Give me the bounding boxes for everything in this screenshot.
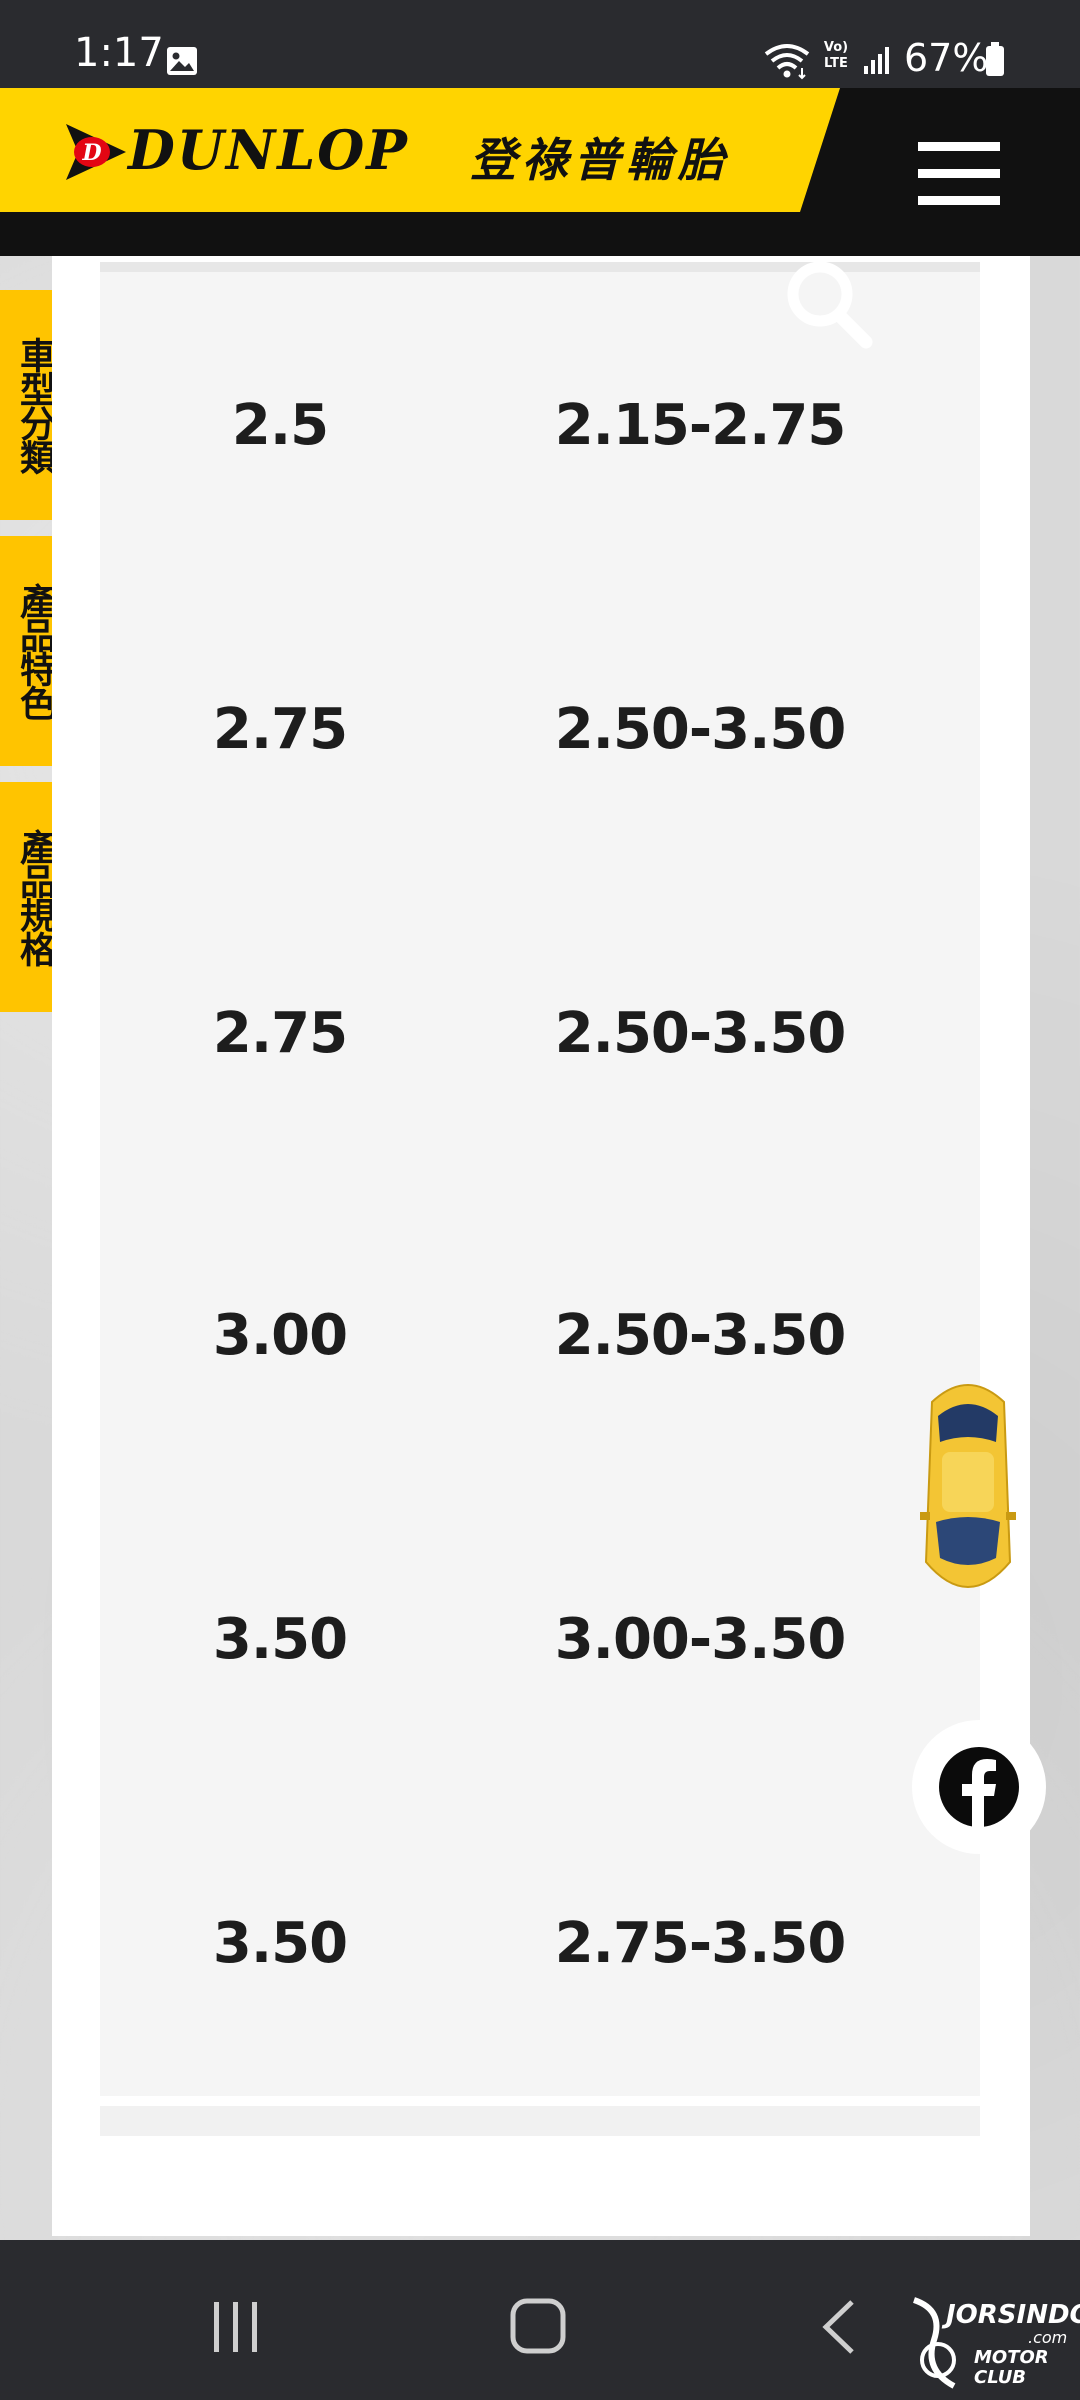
watermark-domain: .com xyxy=(1028,2328,1068,2347)
wifi-icon xyxy=(764,44,810,80)
rim-width-cell: 2.5 xyxy=(231,393,329,458)
status-bar: 1:17 Vo) LTE 67% xyxy=(0,0,1080,88)
rim-width-cell: 3.00 xyxy=(212,1303,348,1368)
table-row: 2.75 2.50-3.50 xyxy=(100,670,980,790)
battery-percentage: 67% xyxy=(904,36,989,80)
jorsindo-watermark: JORSINDO .com MOTOR CLUB xyxy=(904,2290,1080,2400)
table-row: 3.50 3.00-3.50 xyxy=(100,1580,980,1700)
car-icon[interactable] xyxy=(912,1372,1024,1608)
tire-range-cell: 2.75-3.50 xyxy=(554,1911,847,1976)
table-footer xyxy=(100,2106,980,2136)
watermark-title: JORSINDO xyxy=(946,2300,1080,2330)
table-row: 2.75 2.50-3.50 xyxy=(100,974,980,1094)
recents-icon[interactable] xyxy=(210,2300,262,2354)
site-header: D DUNLOP 登祿普輪胎 xyxy=(0,88,1080,256)
side-tab-label: 產品規格 xyxy=(14,829,55,965)
facebook-button[interactable] xyxy=(912,1720,1046,1854)
brand-banner[interactable]: D DUNLOP 登祿普輪胎 xyxy=(0,88,840,212)
search-icon[interactable] xyxy=(782,256,874,352)
dunlop-logo-icon: D xyxy=(66,124,126,180)
signal-icon xyxy=(864,47,889,74)
rim-width-cell: 3.50 xyxy=(212,1911,348,1976)
watermark-subtitle: MOTOR CLUB xyxy=(974,2347,1049,2388)
rim-width-cell: 2.75 xyxy=(212,1001,348,1066)
volte-icon: Vo) LTE xyxy=(823,40,849,71)
side-tab-label: 車型分類 xyxy=(14,337,55,473)
battery-icon xyxy=(986,42,1004,76)
rim-width-cell: 2.75 xyxy=(212,697,348,762)
table-row: 3.00 2.50-3.50 xyxy=(100,1276,980,1396)
back-icon[interactable] xyxy=(820,2298,860,2356)
tire-range-cell: 3.00-3.50 xyxy=(554,1607,847,1672)
spec-table xyxy=(100,262,980,2096)
brand-name: DUNLOP xyxy=(128,118,409,182)
system-nav-bar: JORSINDO .com MOTOR CLUB xyxy=(0,2240,1080,2400)
facebook-icon xyxy=(939,1747,1019,1828)
rim-width-cell: 3.50 xyxy=(212,1607,348,1672)
table-row: 3.50 2.75-3.50 xyxy=(100,1884,980,2004)
tire-range-cell: 2.50-3.50 xyxy=(554,1001,847,1066)
status-time: 1:17 xyxy=(74,30,164,76)
tire-range-cell: 2.50-3.50 xyxy=(554,697,847,762)
table-row: 2.5 2.15-2.75 xyxy=(100,366,980,486)
brand-name-chinese: 登祿普輪胎 xyxy=(470,133,730,187)
hamburger-menu-icon[interactable] xyxy=(918,142,1002,212)
svg-text:D: D xyxy=(81,140,101,166)
tire-range-cell: 2.15-2.75 xyxy=(554,393,847,458)
side-tab-label: 產品特色 xyxy=(14,583,55,719)
tire-range-cell: 2.50-3.50 xyxy=(554,1303,847,1368)
home-icon[interactable] xyxy=(508,2296,568,2356)
gallery-icon xyxy=(167,47,197,75)
